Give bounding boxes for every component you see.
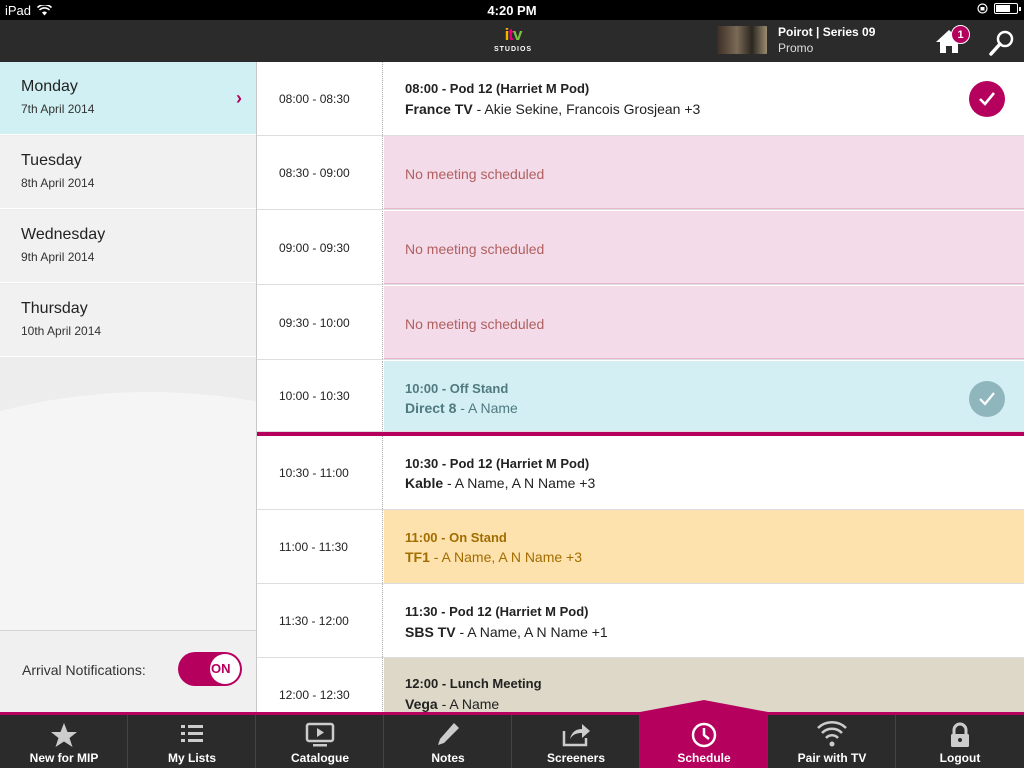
- meeting-attendees: - Akie Sekine, Francois Grosjean +3: [472, 101, 701, 117]
- tab-catalogue[interactable]: Catalogue: [256, 715, 384, 768]
- time-slot-label: 08:00 - 08:30: [257, 62, 383, 135]
- meeting-attendees: - A Name: [456, 400, 518, 416]
- meeting-attendees: - A Name, A N Name +3: [429, 549, 583, 565]
- empty-slot[interactable]: No meeting scheduled: [384, 136, 1024, 209]
- bottom-tab-bar: New for MIP My Lists Catalogue Notes Scr…: [0, 700, 1024, 768]
- meeting-attendees: - A Name, A N Name +3: [443, 475, 596, 491]
- meeting-slot[interactable]: 10:30 - Pod 12 (Harriet M Pod) Kable - A…: [384, 436, 1024, 509]
- arrival-notifications-row: Arrival Notifications: ON: [0, 630, 256, 712]
- top-header: itv STUDIOS Poirot | Series 09 Promo 1: [0, 20, 1024, 62]
- day-item-wednesday[interactable]: Wednesday 9th April 2014: [0, 210, 256, 283]
- meeting-company: TF1: [405, 549, 430, 565]
- clock: 4:20 PM: [487, 3, 537, 18]
- notification-badge: 1: [951, 25, 970, 44]
- meeting-attendees: - A Name, A N Name +1: [455, 624, 608, 640]
- checked-in-icon[interactable]: [969, 81, 1005, 117]
- schedule-row[interactable]: 08:30 - 09:00 No meeting scheduled: [257, 136, 1024, 210]
- meeting-title: 08:00 - Pod 12 (Harriet M Pod): [405, 81, 590, 96]
- tab-schedule[interactable]: Schedule: [640, 700, 768, 768]
- tab-pair-with-tv[interactable]: Pair with TV: [768, 715, 896, 768]
- meeting-title: 11:30 - Pod 12 (Harriet M Pod): [405, 604, 589, 619]
- monitor-play-icon: [305, 722, 335, 747]
- meeting-slot[interactable]: 10:00 - Off Stand Direct 8 - A Name: [384, 361, 1024, 431]
- time-slot-label: 10:30 - 11:00: [257, 436, 383, 509]
- no-meeting-text: No meeting scheduled: [405, 241, 545, 257]
- clock-icon: [691, 722, 717, 748]
- pencil-icon: [438, 723, 459, 745]
- time-slot-label: 08:30 - 09:00: [257, 136, 383, 209]
- arrival-notifications-label: Arrival Notifications:: [22, 662, 146, 678]
- meeting-title: 10:00 - Off Stand: [405, 381, 509, 396]
- tab-notes[interactable]: Notes: [384, 715, 512, 768]
- meeting-title: 11:00 - On Stand: [405, 530, 507, 545]
- meeting-company: SBS TV: [405, 624, 456, 640]
- tab-new-for-mip[interactable]: New for MIP: [0, 715, 128, 768]
- search-icon: [989, 30, 1014, 56]
- meeting-title: 12:00 - Lunch Meeting: [405, 676, 542, 691]
- day-item-tuesday[interactable]: Tuesday 8th April 2014: [0, 136, 256, 209]
- schedule-row[interactable]: 09:30 - 10:00 No meeting scheduled: [257, 286, 1024, 360]
- schedule-row[interactable]: 10:30 - 11:00 10:30 - Pod 12 (Harriet M …: [257, 436, 1024, 510]
- wifi-icon: [817, 721, 847, 747]
- lock-rotation-icon: [977, 3, 988, 14]
- time-slot-label: 12:00 - 12:30: [257, 658, 383, 712]
- show-title[interactable]: Poirot | Series 09: [778, 25, 875, 39]
- schedule-row[interactable]: 11:00 - 11:30 11:00 - On Stand TF1 - A N…: [257, 510, 1024, 584]
- time-slot-label: 09:00 - 09:30: [257, 211, 383, 284]
- schedule-row[interactable]: 10:00 - 10:30 10:00 - Off Stand Direct 8…: [257, 361, 1024, 432]
- meeting-company: Kable: [405, 475, 444, 491]
- share-icon: [562, 724, 590, 747]
- itv-studios-logo: itv STUDIOS: [493, 25, 533, 53]
- schedule-row[interactable]: 11:30 - 12:00 11:30 - Pod 12 (Harriet M …: [257, 584, 1024, 658]
- time-slot-label: 11:30 - 12:00: [257, 584, 383, 657]
- tab-logout[interactable]: Logout: [896, 715, 1024, 768]
- meeting-slot[interactable]: 08:00 - Pod 12 (Harriet M Pod) France TV…: [384, 62, 1024, 135]
- arrival-notifications-toggle[interactable]: ON: [178, 652, 242, 686]
- lock-icon: [951, 722, 969, 747]
- tab-screeners[interactable]: Screeners: [512, 715, 640, 768]
- list-icon: [181, 725, 203, 742]
- meeting-company: France TV: [405, 101, 473, 117]
- schedule-row[interactable]: 08:00 - 08:30 08:00 - Pod 12 (Harriet M …: [257, 62, 1024, 136]
- tab-my-lists[interactable]: My Lists: [128, 715, 256, 768]
- meeting-slot[interactable]: 11:30 - Pod 12 (Harriet M Pod) SBS TV - …: [384, 584, 1024, 657]
- search-button[interactable]: [988, 29, 1016, 57]
- chevron-right-icon: ›: [236, 88, 242, 108]
- meeting-title: 10:30 - Pod 12 (Harriet M Pod): [405, 456, 590, 471]
- star-icon: [51, 723, 77, 747]
- checked-in-icon[interactable]: [969, 381, 1005, 417]
- show-thumbnail[interactable]: [717, 26, 767, 54]
- day-item-thursday[interactable]: Thursday 10th April 2014: [0, 284, 256, 357]
- meeting-attendees: - A Name: [437, 696, 500, 712]
- time-slot-label: 09:30 - 10:00: [257, 286, 383, 359]
- empty-slot[interactable]: No meeting scheduled: [384, 286, 1024, 359]
- time-slot-label: 10:00 - 10:30: [257, 361, 383, 431]
- schedule-list: 08:00 - 08:30 08:00 - Pod 12 (Harriet M …: [257, 62, 1024, 712]
- empty-slot[interactable]: No meeting scheduled: [384, 211, 1024, 284]
- schedule-row[interactable]: 09:00 - 09:30 No meeting scheduled: [257, 211, 1024, 285]
- show-subtitle[interactable]: Promo: [778, 41, 813, 55]
- no-meeting-text: No meeting scheduled: [405, 166, 545, 182]
- meeting-slot[interactable]: 11:00 - On Stand TF1 - A Name, A N Name …: [384, 510, 1024, 583]
- meeting-company: Direct 8: [405, 400, 457, 416]
- day-sidebar: Monday 7th April 2014 › Tuesday 8th Apri…: [0, 62, 257, 712]
- status-bar: iPad 4:20 PM: [0, 0, 1024, 20]
- meeting-company: Vega: [405, 696, 438, 712]
- day-item-monday[interactable]: Monday 7th April 2014 ›: [0, 62, 256, 135]
- time-slot-label: 11:00 - 11:30: [257, 510, 383, 583]
- no-meeting-text: No meeting scheduled: [405, 316, 545, 332]
- battery-icon: [994, 3, 1021, 14]
